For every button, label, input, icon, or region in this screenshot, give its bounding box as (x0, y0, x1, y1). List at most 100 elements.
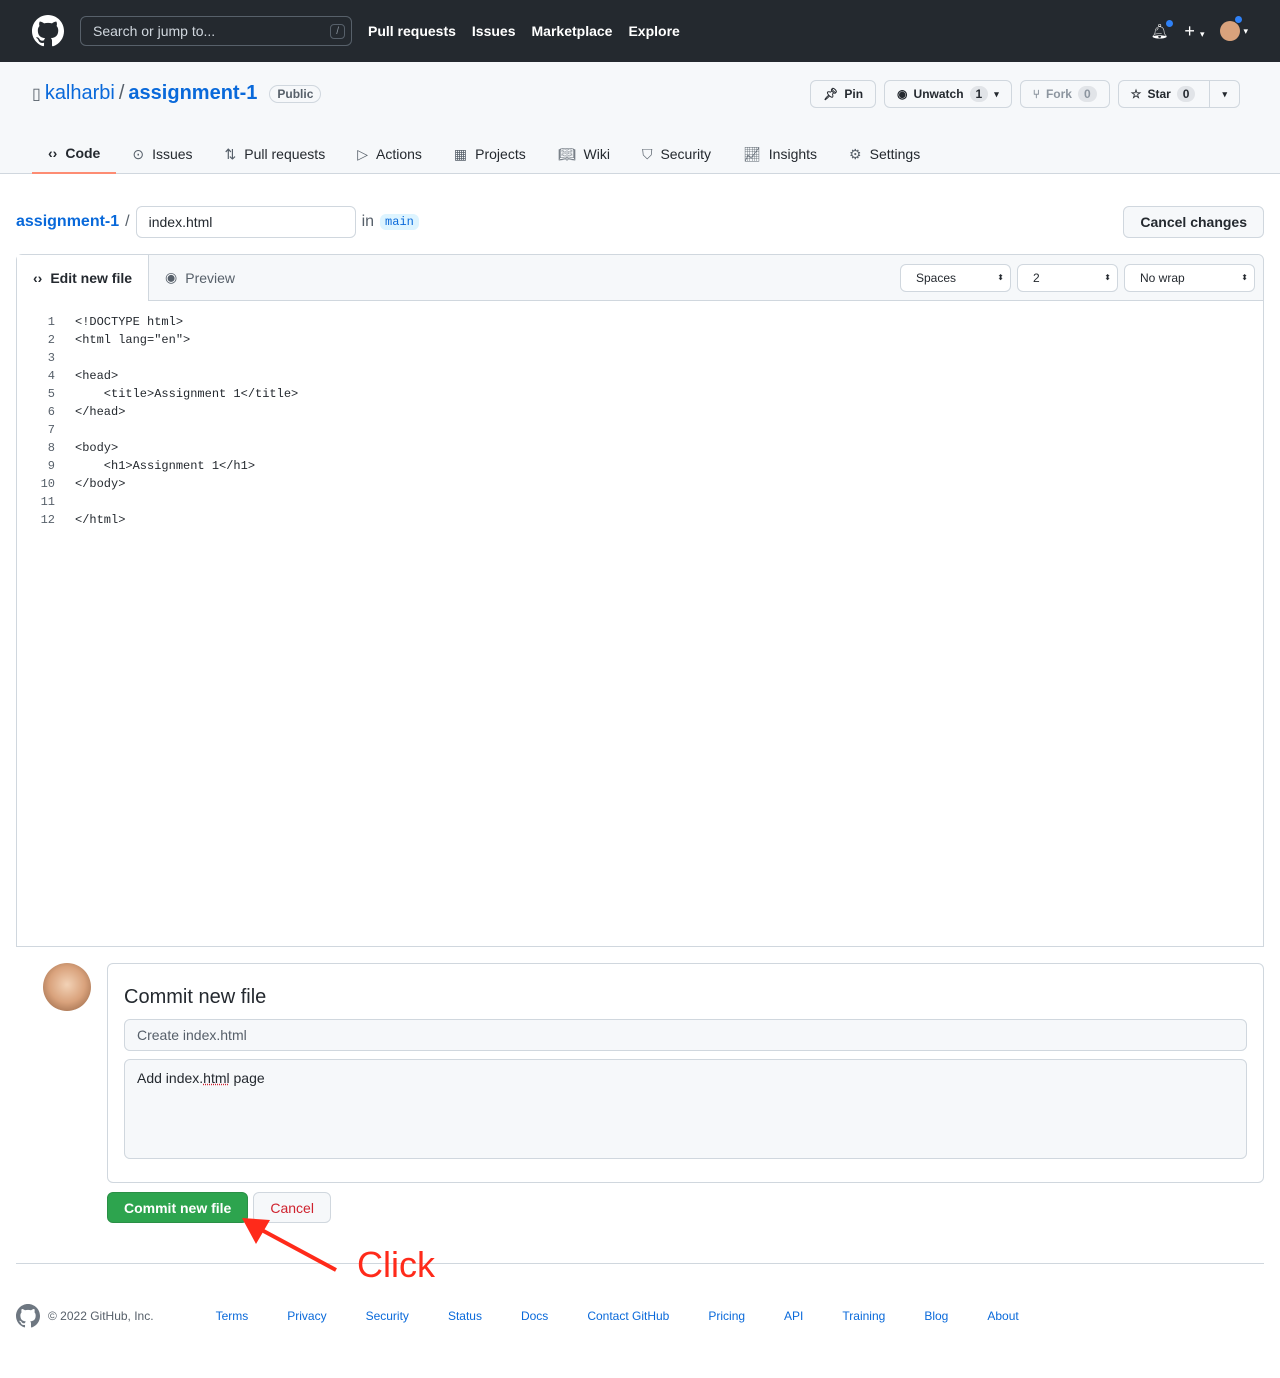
select-arrows-icon: ⬍ (997, 273, 1004, 282)
notification-dot (1165, 18, 1175, 28)
indent-mode-value: Spaces (916, 270, 957, 285)
footer-link-security[interactable]: Security (366, 1309, 409, 1323)
code-line: 4 <head> (17, 367, 1263, 385)
tab-pull-requests[interactable]: ⇅ Pull requests (209, 134, 342, 174)
create-new-plus-icon[interactable]: + ▾ (1184, 21, 1204, 42)
github-logo-icon[interactable] (32, 15, 64, 47)
line-text: <html lang="en"> (75, 333, 191, 347)
pin-label: Pin (844, 87, 864, 101)
file-path-breadcrumb: assignment-1 / index.html in main (16, 206, 419, 238)
footer-link-contact-github[interactable]: Contact GitHub (587, 1309, 669, 1323)
fork-count: 0 (1077, 86, 1097, 102)
line-text: <!DOCTYPE html> (75, 315, 184, 329)
visibility-badge: Public (269, 84, 322, 103)
code-icon: ‹› (48, 145, 58, 161)
table-icon: ▦ (453, 145, 468, 162)
footer-link-blog[interactable]: Blog (924, 1309, 948, 1323)
line-number: 1 (47, 315, 55, 329)
book-icon: 📖︎ (557, 145, 576, 162)
tab-insights[interactable]: 📈︎ Insights (727, 134, 833, 174)
github-logo-icon[interactable] (16, 1304, 40, 1328)
eye-icon: ◉ (165, 269, 178, 285)
star-count: 0 (1176, 86, 1196, 102)
tab-label: Projects (475, 146, 526, 162)
issue-icon: ⊙ (132, 145, 145, 162)
tab-label: Insights (768, 146, 818, 162)
user-menu[interactable]: ▾ (1220, 15, 1248, 41)
star-button[interactable]: ☆ Star 0 ▾ (1117, 80, 1240, 108)
line-number: 4 (47, 369, 55, 383)
code-area[interactable]: 1 <!DOCTYPE html> 2 <html lang="en"> 3 4 <head… (17, 301, 1263, 541)
cancel-changes-button[interactable]: Cancel changes (1123, 206, 1264, 238)
code-line: 5 <title>Assignment 1</title> (17, 385, 1263, 403)
tab-projects[interactable]: ▦ Projects (438, 134, 542, 174)
repo-name-link[interactable]: assignment-1 (128, 82, 257, 105)
nav-pull-requests[interactable]: Pull requests (368, 23, 456, 39)
status-dot (1234, 15, 1244, 24)
unwatch-label: Unwatch (913, 87, 964, 101)
tab-actions[interactable]: ▷ Actions (341, 134, 438, 174)
nav-marketplace[interactable]: Marketplace (532, 23, 613, 39)
code-line: 10 </body> (17, 475, 1263, 493)
tab-code[interactable]: ‹› Code (32, 134, 117, 174)
fork-label: Fork (1045, 87, 1072, 101)
footer-link-status[interactable]: Status (448, 1309, 482, 1323)
tab-label: Actions (375, 146, 422, 162)
notifications-bell-icon[interactable]: 🔔︎ (1151, 18, 1175, 40)
wrap-mode-select[interactable]: No wrap ⬍ (1124, 263, 1255, 292)
pin-button[interactable]: 📌︎ Pin (810, 80, 877, 108)
line-text (55, 421, 75, 439)
user-avatar (1220, 21, 1241, 41)
wrap-mode-value: No wrap (1140, 270, 1185, 285)
select-arrows-icon: ⬍ (1241, 273, 1248, 282)
tab-preview[interactable]: ◉ Preview (149, 255, 251, 300)
search-input[interactable]: Search or jump to... / (80, 16, 352, 46)
commit-new-file-button[interactable]: Commit new file (107, 1192, 249, 1223)
select-arrows-icon: ⬍ (1104, 273, 1111, 282)
footer-link-api[interactable]: API (784, 1309, 803, 1323)
star-list-dropdown[interactable]: ▾ (1209, 81, 1239, 107)
footer-link-about[interactable]: About (987, 1309, 1018, 1323)
footer-link-training[interactable]: Training (842, 1309, 885, 1323)
tab-security[interactable]: ⛉ Security (626, 134, 727, 174)
footer-link-privacy[interactable]: Privacy (287, 1309, 326, 1323)
line-text: <title>Assignment 1</title> (75, 387, 299, 401)
branch-label: main (380, 214, 419, 230)
line-text: </head> (75, 405, 126, 419)
tab-label: Preview (185, 269, 236, 286)
commit-description-textarea[interactable]: Add index.html page (124, 1059, 1247, 1159)
nav-issues[interactable]: Issues (472, 23, 516, 39)
commit-title: Commit new file (124, 986, 267, 1008)
footer-link-terms[interactable]: Terms (216, 1309, 249, 1323)
code-line: 9 <h1>Assignment 1</h1> (17, 457, 1263, 475)
footer-link-docs[interactable]: Docs (521, 1309, 548, 1323)
repo-owner-link[interactable]: kalharbi (45, 82, 115, 105)
indent-size-select[interactable]: 2 ⬍ (1017, 263, 1118, 292)
code-line: 7 (17, 421, 1263, 439)
tab-label: Pull requests (244, 146, 326, 162)
tab-settings[interactable]: ⚙ Settings (833, 134, 936, 174)
filename-input[interactable]: index.html (135, 206, 356, 238)
gear-icon: ⚙ (849, 145, 862, 162)
code-icon: ‹› (33, 270, 43, 286)
repo-root-link[interactable]: assignment-1 (16, 213, 119, 231)
committer-avatar (43, 963, 91, 1011)
nav-explore[interactable]: Explore (628, 23, 679, 39)
line-text: <h1>Assignment 1</h1> (75, 459, 256, 473)
tab-wiki[interactable]: 📖︎ Wiki (542, 134, 626, 174)
footer-link-pricing[interactable]: Pricing (708, 1309, 745, 1323)
commit-summary-input[interactable]: Create index.html (124, 1019, 1247, 1051)
annotation-arrow (242, 1218, 337, 1272)
description-text-misspelled: html (203, 1070, 230, 1086)
line-text: </body> (75, 477, 126, 491)
shield-icon: ⛉ (641, 145, 653, 162)
unwatch-button[interactable]: ◉ Unwatch 1 ▾ (884, 80, 1012, 108)
tab-label: Code (65, 145, 101, 161)
star-label: Star (1147, 87, 1171, 101)
tab-edit-new-file[interactable]: ‹› Edit new file (17, 255, 150, 301)
line-number: 5 (47, 387, 55, 401)
fork-button[interactable]: ⑂ Fork 0 (1019, 80, 1110, 108)
indent-mode-select[interactable]: Spaces ⬍ (900, 263, 1011, 292)
copyright: © 2022 GitHub, Inc. (48, 1309, 154, 1323)
tab-issues[interactable]: ⊙ Issues (116, 134, 208, 174)
